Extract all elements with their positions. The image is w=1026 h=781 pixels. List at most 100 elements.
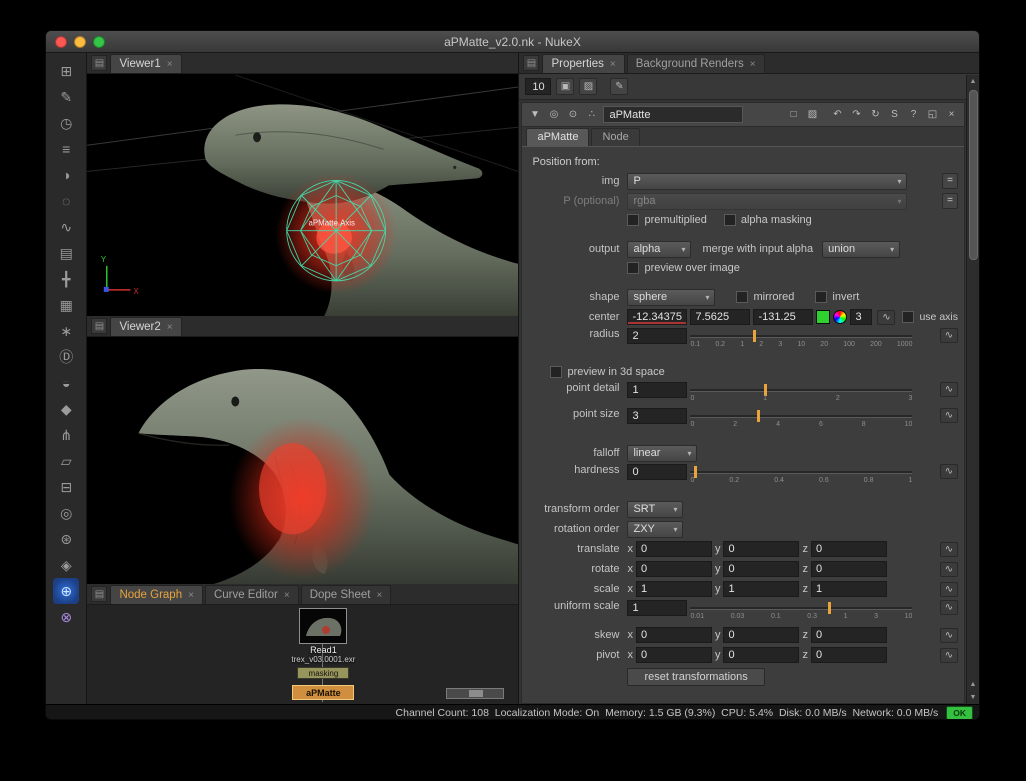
node-graph-canvas[interactable]: Read1 trex_v03.0001.exr masking aPMatte xyxy=(87,605,518,704)
views-tools-icon[interactable]: ◒ xyxy=(53,370,79,396)
close-tab-icon[interactable]: × xyxy=(167,59,173,70)
merge-tools-icon[interactable]: ▤ xyxy=(53,240,79,266)
point-detail-curve-button[interactable]: ∿ xyxy=(940,382,958,397)
hardness-field[interactable] xyxy=(627,464,687,480)
pivot-curve-button[interactable]: ∿ xyxy=(940,648,958,663)
panel-menu-icon[interactable]: ▤ xyxy=(523,55,539,71)
rotate-z-field[interactable] xyxy=(811,561,887,577)
help-icon[interactable]: ? xyxy=(906,107,921,122)
uniform-scale-field[interactable] xyxy=(627,600,687,616)
scroll-up-icon[interactable]: ▲ xyxy=(967,75,980,88)
rotate-y-field[interactable] xyxy=(723,561,799,577)
preview-in-3d-space-checkbox[interactable]: preview in 3d space xyxy=(550,366,664,378)
draw-tools-icon[interactable]: ✎ xyxy=(53,84,79,110)
keyer-tools-icon[interactable]: ∿ xyxy=(53,214,79,240)
max-panels-field[interactable] xyxy=(525,78,551,95)
plugin-purple-icon[interactable]: ⊗ xyxy=(53,604,79,630)
curve-editor-tab[interactable]: Curve Editor × xyxy=(205,585,299,604)
center-x-field[interactable] xyxy=(627,309,687,325)
premultiplied-checkbox[interactable]: premultiplied xyxy=(627,214,706,226)
tab-apmatte[interactable]: aPMatte xyxy=(526,128,589,146)
close-tab-icon[interactable]: × xyxy=(188,590,194,601)
mask-node[interactable]: masking xyxy=(297,667,349,679)
viewer2-viewport[interactable] xyxy=(87,337,518,584)
radius-slider[interactable]: 0.10.212310201002001000 xyxy=(690,328,912,352)
point-size-slider[interactable]: 0246810 xyxy=(690,408,912,432)
hardness-curve-button[interactable]: ∿ xyxy=(940,464,958,479)
float-panel-icon[interactable]: ◱ xyxy=(925,107,940,122)
merge-dropdown[interactable]: union ▾ xyxy=(822,241,900,258)
ocio-tools-icon[interactable]: ◎ xyxy=(53,500,79,526)
channel-tools-icon[interactable]: ≡ xyxy=(53,136,79,162)
skew-y-field[interactable] xyxy=(723,627,799,643)
matte-sphere-wireframe[interactable] xyxy=(287,180,386,280)
hide-input-icon[interactable]: □ xyxy=(786,107,801,122)
tab-node[interactable]: Node xyxy=(591,128,639,146)
color-wheel-icon[interactable] xyxy=(833,310,847,324)
properties-scrollbar[interactable]: ▲ ▲ ▼ xyxy=(966,75,979,704)
point-detail-slider[interactable]: 0123 xyxy=(690,382,912,406)
node-color-icon[interactable]: ⊙ xyxy=(565,107,580,122)
animation-menu-icon[interactable]: ∴ xyxy=(584,107,599,122)
hardness-slider[interactable]: 00.20.40.60.81 xyxy=(690,464,912,488)
point-size-curve-button[interactable]: ∿ xyxy=(940,408,958,423)
collapse-panel-icon[interactable]: ▼ xyxy=(527,107,542,122)
skew-x-field[interactable] xyxy=(636,627,712,643)
center-y-field[interactable] xyxy=(690,309,750,325)
background-renders-tab[interactable]: Background Renders × xyxy=(627,54,765,73)
panel-menu-icon[interactable]: ▤ xyxy=(91,318,107,334)
close-tab-icon[interactable]: × xyxy=(610,59,616,70)
scale-curve-button[interactable]: ∿ xyxy=(940,582,958,597)
revert-icon[interactable]: ↻ xyxy=(868,107,883,122)
use-axis-checkbox[interactable]: use axis xyxy=(902,311,958,323)
flow-tools-icon[interactable]: ⊛ xyxy=(53,526,79,552)
center-sample-field[interactable] xyxy=(850,309,872,325)
clear-panels-icon[interactable]: ▨ xyxy=(579,78,597,95)
radius-curve-button[interactable]: ∿ xyxy=(940,328,958,343)
rotation-order-dropdown[interactable]: ZXY ▾ xyxy=(627,521,683,538)
time-tools-icon[interactable]: ◷ xyxy=(53,110,79,136)
img-expression-button[interactable]: = xyxy=(942,173,958,189)
uniform-scale-slider[interactable]: 0.010.030.10.31310 xyxy=(690,600,912,624)
other-tools-icon[interactable]: ▱ xyxy=(53,448,79,474)
postage-stamp-icon[interactable]: ▨ xyxy=(805,107,820,122)
img-dropdown[interactable]: P ▾ xyxy=(627,173,907,190)
deep-tools-icon[interactable]: Ⓓ xyxy=(53,344,79,370)
rotate-curve-button[interactable]: ∿ xyxy=(940,562,958,577)
alpha-masking-checkbox[interactable]: alpha masking xyxy=(724,214,812,226)
node-graph-tab[interactable]: Node Graph × xyxy=(110,585,203,604)
translate-z-field[interactable] xyxy=(811,541,887,557)
center-curve-button[interactable]: ∿ xyxy=(877,310,895,325)
translate-x-field[interactable] xyxy=(636,541,712,557)
panel-menu-icon[interactable]: ▤ xyxy=(91,55,107,71)
scrollbar-thumb[interactable] xyxy=(969,90,978,260)
script-icon[interactable]: S xyxy=(887,107,902,122)
filter-tools-icon[interactable]: ◌ xyxy=(53,188,79,214)
close-panel-icon[interactable]: × xyxy=(944,107,959,122)
transform-order-dropdown[interactable]: SRT ▾ xyxy=(627,501,683,518)
preview-over-image-checkbox[interactable]: preview over image xyxy=(627,262,739,274)
close-tab-icon[interactable]: × xyxy=(376,590,382,601)
scale-z-field[interactable] xyxy=(811,581,887,597)
radius-field[interactable] xyxy=(627,328,687,344)
panel-menu-icon[interactable]: ▤ xyxy=(91,586,107,602)
color-swatch[interactable] xyxy=(816,310,830,324)
color-tools-icon[interactable]: ◑ xyxy=(53,162,79,188)
p-optional-dropdown[interactable]: rgba ▾ xyxy=(627,193,907,210)
nodegraph-minimap[interactable] xyxy=(446,688,504,699)
cache-tools-icon[interactable]: ⊟ xyxy=(53,474,79,500)
scroll-down-icon[interactable]: ▼ xyxy=(967,691,980,704)
node-name-field[interactable] xyxy=(603,106,743,123)
reset-transformations-button[interactable]: reset transformations xyxy=(627,668,764,686)
transform-tools-icon[interactable]: ╋ xyxy=(53,266,79,292)
close-tab-icon[interactable]: × xyxy=(167,322,173,333)
viewer1-viewport[interactable]: aPMatte.Axis Y X xyxy=(87,74,518,316)
close-tab-icon[interactable]: × xyxy=(750,59,756,70)
close-tab-icon[interactable]: × xyxy=(284,590,290,601)
falloff-dropdown[interactable]: linear ▾ xyxy=(627,445,697,462)
uniform-scale-curve-button[interactable]: ∿ xyxy=(940,600,958,615)
shape-dropdown[interactable]: sphere ▾ xyxy=(627,289,715,306)
viewer1-tab[interactable]: Viewer1 × xyxy=(110,54,181,73)
skew-z-field[interactable] xyxy=(811,627,887,643)
pivot-z-field[interactable] xyxy=(811,647,887,663)
